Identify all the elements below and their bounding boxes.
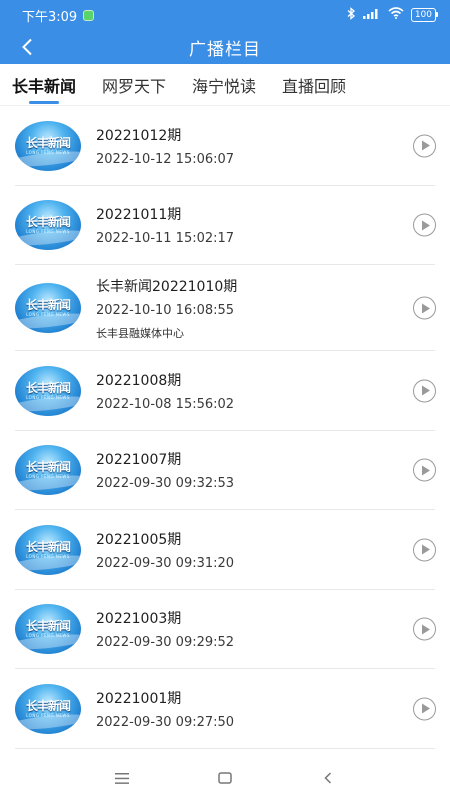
play-icon[interactable]	[413, 458, 436, 482]
episode-date: 2022-10-10 16:08:55	[96, 302, 235, 318]
play-icon[interactable]	[413, 134, 436, 158]
list-item[interactable]: 长丰新闻 LONG FENG NEWS 20221001期 2022-09-30…	[0, 669, 450, 749]
episode-date: 2022-09-30 09:29:52	[96, 635, 235, 651]
episode-title: 20221008期	[96, 372, 182, 389]
back-button[interactable]	[12, 30, 42, 64]
list-item[interactable]: 长丰新闻 LONG FENG NEWS 20221012期 2022-10-12…	[0, 106, 450, 186]
play-icon[interactable]	[413, 379, 436, 403]
episode-date: 2022-09-30 09:27:50	[96, 714, 235, 730]
play-icon[interactable]	[413, 617, 436, 641]
episode-thumbnail: 长丰新闻 LONG FENG NEWS	[15, 283, 81, 333]
app-header: 广播栏目	[0, 30, 450, 64]
list-item[interactable]: 长丰新闻 LONG FENG NEWS 20221005期 2022-09-30…	[0, 510, 450, 590]
episode-title: 20221007期	[96, 452, 182, 469]
status-time: 下午3:09	[22, 9, 78, 25]
list-item[interactable]: 长丰新闻 LONG FENG NEWS 20221007期 2022-09-30…	[0, 431, 450, 511]
episode-thumbnail: 长丰新闻 LONG FENG NEWS	[15, 683, 81, 734]
episode-date: 2022-10-08 15:56:02	[96, 396, 235, 412]
episode-date: 2022-10-12 15:06:07	[96, 151, 235, 167]
page-title: 广播栏目	[189, 39, 261, 60]
tab-world-news[interactable]: 网罗天下	[102, 64, 166, 106]
episode-thumbnail: 长丰新闻 LONG FENG NEWS	[15, 200, 81, 251]
home-icon[interactable]	[205, 763, 245, 793]
episode-date: 2022-09-30 09:32:53	[96, 476, 235, 492]
play-icon[interactable]	[413, 213, 436, 237]
episode-source: 长丰县融媒体中心	[96, 326, 184, 340]
nav-back-icon[interactable]	[308, 763, 348, 793]
status-bar: 下午3:09 100	[0, 0, 450, 30]
play-icon[interactable]	[413, 697, 436, 721]
play-icon[interactable]	[413, 296, 436, 320]
wifi-icon	[388, 7, 404, 23]
bluetooth-icon	[347, 6, 356, 24]
episode-title: 20221003期	[96, 611, 182, 628]
battery-icon: 100	[410, 8, 439, 22]
category-tabs: 长丰新闻 网罗天下 海宁悦读 直播回顾	[0, 64, 450, 106]
menu-icon[interactable]	[102, 763, 142, 793]
episode-thumbnail: 长丰新闻 LONG FENG NEWS	[15, 445, 81, 496]
list-item[interactable]: 长丰新闻 LONG FENG NEWS 20221008期 2022-10-08…	[0, 351, 450, 431]
episode-date: 2022-09-30 09:31:20	[96, 555, 235, 571]
tab-haining-reading[interactable]: 海宁悦读	[192, 64, 256, 106]
play-icon[interactable]	[413, 538, 436, 562]
episode-thumbnail: 长丰新闻 LONG FENG NEWS	[15, 120, 81, 171]
episode-thumbnail: 长丰新闻 LONG FENG NEWS	[15, 604, 81, 655]
chevron-left-icon	[22, 38, 32, 56]
episode-title: 20221012期	[96, 127, 182, 144]
system-nav-bar	[0, 756, 450, 800]
list-item[interactable]: 长丰新闻 LONG FENG NEWS 20221003期 2022-09-30…	[0, 590, 450, 670]
list-item[interactable]: 长丰新闻 LONG FENG NEWS 长丰新闻20221010期 2022-1…	[0, 265, 450, 351]
episode-title: 20221001期	[96, 690, 182, 707]
tab-changfeng-news[interactable]: 长丰新闻	[12, 64, 76, 106]
episode-thumbnail: 长丰新闻 LONG FENG NEWS	[15, 524, 81, 575]
signal-icon	[362, 8, 381, 23]
tab-live-replay[interactable]: 直播回顾	[282, 64, 346, 106]
episode-title: 20221005期	[96, 531, 182, 548]
episode-title: 20221011期	[96, 207, 182, 224]
episode-date: 2022-10-11 15:02:17	[96, 231, 235, 247]
episode-list: 长丰新闻 LONG FENG NEWS 20221012期 2022-10-12…	[0, 106, 450, 756]
app-notification-icon	[83, 9, 95, 21]
episode-thumbnail: 长丰新闻 LONG FENG NEWS	[15, 365, 81, 416]
episode-title: 长丰新闻20221010期	[96, 278, 238, 295]
list-item[interactable]: 长丰新闻 LONG FENG NEWS 20221011期 2022-10-11…	[0, 186, 450, 266]
